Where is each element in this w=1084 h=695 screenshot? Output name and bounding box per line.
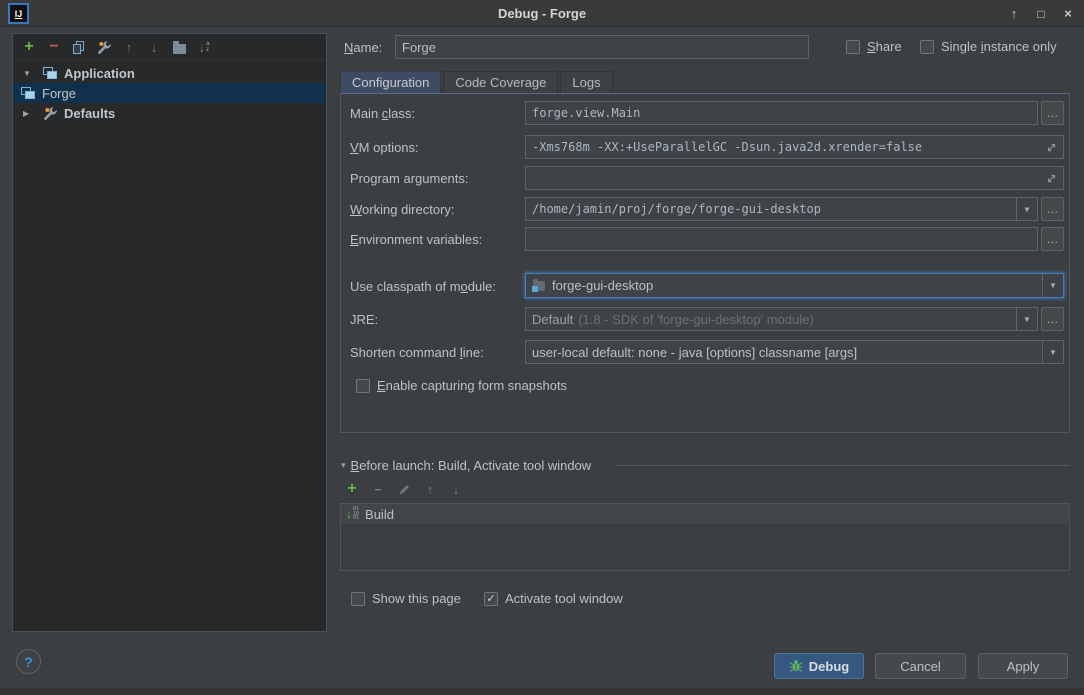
tree-node-defaults[interactable]: ▶ Defaults bbox=[13, 103, 326, 123]
before-launch-header[interactable]: ▾ Before launch: Build, Activate tool wi… bbox=[341, 458, 591, 473]
edit-defaults-button[interactable] bbox=[96, 39, 112, 55]
window-controls: ↑ □ × bbox=[1006, 0, 1076, 27]
program-arguments-input[interactable] bbox=[525, 166, 1064, 190]
share-checkbox[interactable]: ✓ Share bbox=[846, 39, 902, 54]
shorten-command-line-dropdown-icon[interactable]: ▼ bbox=[1042, 341, 1063, 363]
name-label: Name: bbox=[344, 40, 382, 55]
add-task-button[interactable]: + bbox=[344, 481, 360, 497]
expand-field-icon[interactable] bbox=[1046, 173, 1057, 184]
pencil-icon bbox=[398, 483, 411, 496]
main-class-input[interactable]: forge.view.Main bbox=[525, 101, 1038, 125]
move-down-button[interactable]: ↓ bbox=[146, 39, 162, 55]
show-this-page-checkbox[interactable]: ✓ Show this page bbox=[351, 591, 461, 606]
edit-task-button[interactable] bbox=[396, 481, 412, 497]
shorten-command-line-combobox[interactable]: user-local default: none - java [options… bbox=[525, 340, 1064, 364]
debug-bug-icon bbox=[789, 659, 803, 673]
checkbox-box: ✓ bbox=[846, 40, 860, 54]
move-task-down-button[interactable]: ↓ bbox=[448, 481, 464, 497]
jre-dropdown-icon[interactable]: ▼ bbox=[1016, 308, 1037, 330]
name-input[interactable]: Forge bbox=[395, 35, 809, 59]
sort-configurations-button[interactable]: ↓a z bbox=[196, 39, 212, 55]
classpath-module-combobox[interactable]: forge-gui-desktop ▼ bbox=[525, 273, 1064, 298]
application-icon bbox=[21, 87, 36, 100]
application-icon bbox=[43, 67, 58, 80]
help-button[interactable]: ? bbox=[16, 649, 41, 674]
window-bottom-edge bbox=[0, 688, 1084, 695]
collapse-section-icon[interactable]: ▾ bbox=[341, 460, 346, 471]
jre-label: JRE: bbox=[350, 312, 378, 327]
working-directory-input[interactable]: /home/jamin/proj/forge/forge-gui-desktop… bbox=[525, 197, 1038, 221]
folder-icon bbox=[173, 44, 186, 54]
copy-icon bbox=[73, 41, 85, 54]
intellij-logo-icon: IJ bbox=[8, 3, 29, 24]
tab-logs[interactable]: Logs bbox=[560, 71, 612, 93]
defaults-icon bbox=[43, 106, 58, 121]
task-item-build[interactable]: ↓ 01 10 01 Build bbox=[341, 504, 1069, 524]
cancel-button[interactable]: Cancel bbox=[875, 653, 966, 679]
activate-tool-window-checkbox[interactable]: ✓ Activate tool window bbox=[484, 591, 623, 606]
expand-field-icon[interactable] bbox=[1046, 142, 1057, 153]
tab-configuration[interactable]: Configuration bbox=[340, 71, 441, 93]
collapse-arrow-icon[interactable]: ▼ bbox=[23, 69, 35, 78]
enable-capturing-checkbox[interactable]: ✓ Enable capturing form snapshots bbox=[356, 378, 567, 393]
add-configuration-button[interactable]: + bbox=[21, 39, 37, 55]
move-task-up-button[interactable]: ↑ bbox=[422, 481, 438, 497]
classpath-module-label: Use classpath of module: bbox=[350, 279, 496, 294]
copy-configuration-button[interactable] bbox=[71, 39, 87, 55]
checkbox-box: ✓ bbox=[484, 592, 498, 606]
shade-window-icon[interactable]: ↑ bbox=[1006, 6, 1022, 21]
sidebar-toolbar: + − ↑ ↓ ↓a z bbox=[13, 34, 326, 61]
main-class-label: Main class: bbox=[350, 106, 415, 121]
maximize-window-icon[interactable]: □ bbox=[1033, 7, 1049, 21]
checkbox-box: ✓ bbox=[351, 592, 365, 606]
debug-button[interactable]: Debug bbox=[774, 653, 864, 679]
classpath-module-dropdown-icon[interactable]: ▼ bbox=[1042, 274, 1063, 297]
config-tabs: Configuration Code Coverage Logs bbox=[340, 71, 613, 93]
configurations-tree: ▼ Application Forge ▶ Defaults bbox=[13, 61, 326, 123]
compile-icon: ↓ 01 10 01 bbox=[346, 507, 359, 521]
new-folder-button[interactable] bbox=[171, 39, 187, 55]
configurations-sidebar: + − ↑ ↓ ↓a z ▼ bbox=[12, 33, 327, 632]
vm-options-input[interactable]: -Xms768m -XX:+UseParallelGC -Dsun.java2d… bbox=[525, 135, 1064, 159]
apply-button[interactable]: Apply bbox=[978, 653, 1068, 679]
module-icon bbox=[532, 280, 546, 292]
move-up-button[interactable]: ↑ bbox=[121, 39, 137, 55]
jre-combobox[interactable]: Default (1.8 - SDK of 'forge-gui-desktop… bbox=[525, 307, 1038, 331]
browse-main-class-button[interactable]: … bbox=[1041, 101, 1064, 125]
tab-code-coverage[interactable]: Code Coverage bbox=[443, 71, 558, 93]
shorten-command-line-label: Shorten command line: bbox=[350, 345, 484, 360]
section-divider bbox=[615, 465, 1070, 466]
vm-options-label: VM options: bbox=[350, 140, 419, 155]
before-launch-toolbar: + − ↑ ↓ bbox=[344, 481, 464, 497]
tree-node-application[interactable]: ▼ Application bbox=[13, 63, 326, 83]
working-directory-dropdown-icon[interactable]: ▼ bbox=[1016, 198, 1037, 220]
program-arguments-label: Program arguments: bbox=[350, 171, 469, 186]
checkbox-box: ✓ bbox=[356, 379, 370, 393]
browse-working-directory-button[interactable]: … bbox=[1041, 197, 1064, 221]
window-title: Debug - Forge bbox=[0, 6, 1084, 21]
environment-variables-label: Environment variables: bbox=[350, 232, 482, 247]
tree-node-forge[interactable]: Forge bbox=[13, 83, 326, 103]
browse-jre-button[interactable]: … bbox=[1041, 307, 1064, 331]
before-launch-task-list: ↓ 01 10 01 Build bbox=[340, 503, 1070, 571]
expand-arrow-icon[interactable]: ▶ bbox=[23, 109, 35, 118]
remove-task-button[interactable]: − bbox=[370, 481, 386, 497]
environment-variables-input[interactable] bbox=[525, 227, 1038, 251]
sort-alphabetically-icon: ↓a z bbox=[199, 40, 210, 55]
close-window-icon[interactable]: × bbox=[1060, 6, 1076, 21]
checkbox-box: ✓ bbox=[920, 40, 934, 54]
run-debug-configurations-dialog: IJ Debug - Forge ↑ □ × + − ↑ ↓ bbox=[0, 0, 1084, 695]
single-instance-checkbox[interactable]: ✓ Single instance only bbox=[920, 39, 1057, 54]
remove-configuration-button[interactable]: − bbox=[46, 39, 62, 55]
titlebar: IJ Debug - Forge ↑ □ × bbox=[0, 0, 1084, 27]
browse-environment-variables-button[interactable]: … bbox=[1041, 227, 1064, 251]
wrench-icon bbox=[97, 40, 112, 55]
working-directory-label: Working directory: bbox=[350, 202, 455, 217]
